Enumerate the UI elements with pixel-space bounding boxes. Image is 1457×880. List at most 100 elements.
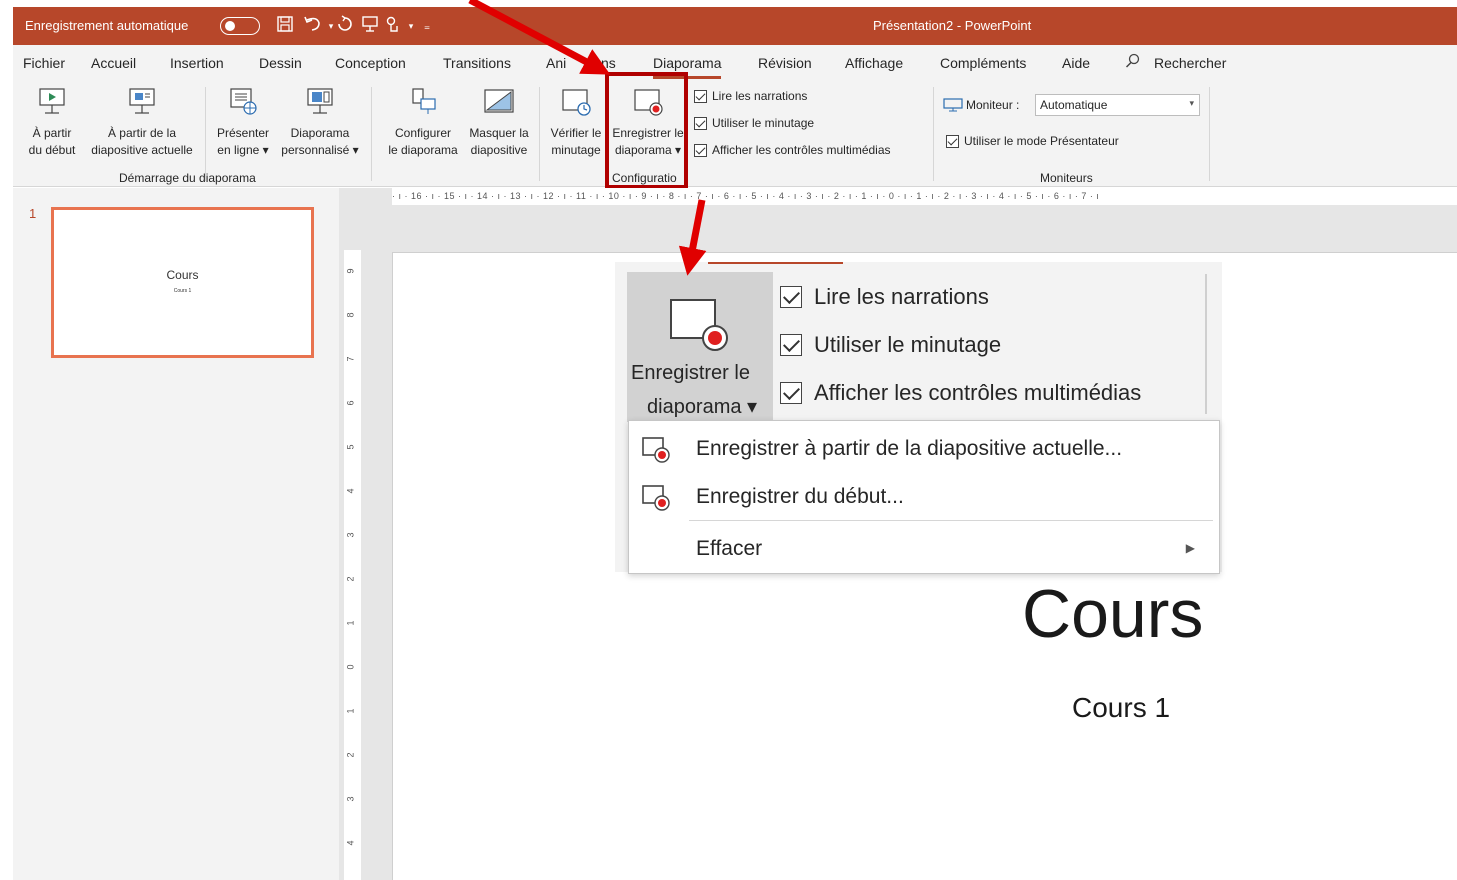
from-current-button[interactable]: À partir de la diapositive actuelle — [85, 81, 199, 169]
vertical-ruler: 9 8 7 6 5 4 3 2 1 0 1 2 3 4 — [344, 250, 361, 880]
present-online-line1: Présenter — [216, 126, 270, 140]
checkbox-box[interactable] — [780, 286, 802, 308]
zoom-checkbox-narrations[interactable]: Lire les narrations — [780, 284, 989, 310]
checkbox-box[interactable] — [946, 134, 959, 148]
checkbox-box[interactable] — [780, 382, 802, 404]
checkbox-box[interactable] — [694, 116, 707, 130]
tab-animations-end[interactable]: ns — [601, 55, 616, 71]
menu-record-from-start[interactable]: Enregistrer du début... — [629, 473, 1219, 519]
tab-accueil[interactable]: Accueil — [91, 55, 136, 71]
tab-affichage[interactable]: Affichage — [845, 55, 903, 71]
ruler-number: 0 — [345, 664, 356, 670]
slide-subtitle[interactable]: Cours 1 — [1072, 692, 1170, 724]
present-online-button[interactable]: Présenter en ligne ▾ — [211, 81, 275, 169]
autosave-toggle[interactable] — [220, 17, 260, 35]
zoom-tab-underline — [708, 262, 843, 264]
custom-show-line2: personnalisé ▾ — [281, 143, 359, 157]
checkbox-timings[interactable]: Utiliser le minutage — [694, 116, 814, 130]
menu-record-from-current[interactable]: Enregistrer à partir de la diapositive a… — [629, 425, 1219, 471]
ruler-number: 6 — [345, 400, 356, 406]
tab-transitions[interactable]: Transitions — [443, 55, 511, 71]
hide-slide-line2: diapositive — [470, 143, 528, 157]
checkbox-box[interactable] — [694, 89, 707, 103]
present-icon[interactable] — [360, 15, 380, 37]
zoom-record-button[interactable]: Enregistrer le diaporama ▾ — [627, 272, 773, 422]
rehearse-timings-icon — [562, 89, 591, 116]
tab-diaporama[interactable]: Diaporama — [653, 55, 722, 79]
checkbox-narrations-label: Lire les narrations — [712, 89, 808, 103]
menu-item-label: Enregistrer à partir de la diapositive a… — [696, 437, 1123, 460]
undo-icon[interactable] — [303, 15, 323, 37]
checkbox-presenter-view[interactable]: Utiliser le mode Présentateur — [946, 134, 1119, 148]
submenu-arrow-icon: ▶ — [1185, 541, 1195, 555]
tab-dessin[interactable]: Dessin — [259, 55, 302, 71]
monitor-select[interactable]: Automatique ▾ — [1035, 94, 1200, 116]
search-icon[interactable] — [1125, 53, 1141, 69]
tab-insertion[interactable]: Insertion — [170, 55, 224, 71]
redo-icon[interactable] — [335, 15, 355, 37]
tab-revision[interactable]: Révision — [758, 55, 812, 71]
menu-item-label: Effacer — [696, 537, 763, 560]
ruler-number: 3 — [345, 532, 356, 538]
rehearse-timings-button[interactable]: Vérifier le minutage — [543, 81, 609, 169]
setup-show-line1: Configurer — [394, 126, 452, 140]
tab-fichier[interactable]: Fichier — [23, 55, 65, 71]
hide-slide-icon — [484, 89, 514, 113]
zoom-separator — [1205, 274, 1207, 414]
monitor-label: Moniteur : — [966, 98, 1020, 112]
ruler-number: 9 — [345, 268, 356, 274]
thumb-title: Cours — [166, 268, 199, 282]
hide-slide-button[interactable]: Masquer la diapositive — [463, 81, 535, 169]
zoom-record-line2: diaporama ▾ — [647, 396, 758, 418]
record-highlight-frame — [605, 72, 688, 189]
ribbon-separator — [539, 87, 540, 181]
tab-aide[interactable]: Aide — [1062, 55, 1090, 71]
save-icon[interactable] — [275, 15, 295, 37]
ruler-number: 1 — [345, 620, 356, 626]
thumb-subtitle: Cours 1 — [173, 288, 192, 294]
ribbon-separator — [371, 87, 372, 181]
tab-animations-start[interactable]: Ani — [546, 55, 566, 71]
zoom-timings-label: Utiliser le minutage — [814, 332, 1002, 357]
monitor-select-value: Automatique — [1040, 98, 1108, 112]
monitor-icon — [943, 98, 963, 112]
checkbox-media-controls[interactable]: Afficher les contrôles multimédias — [694, 143, 891, 157]
tab-conception[interactable]: Conception — [335, 55, 406, 71]
setup-show-icon — [412, 88, 436, 114]
setup-show-button[interactable]: Configurer le diaporama — [383, 81, 463, 169]
document-title: Présentation2 - PowerPoint — [873, 18, 1032, 33]
custom-show-line1: Diaporama — [290, 126, 350, 140]
customize-qat-icon[interactable]: ₌ — [417, 15, 437, 37]
group-label-start: Démarrage du diaporama — [119, 171, 256, 185]
slide-title[interactable]: Cours — [1022, 575, 1203, 653]
slide-number: 1 — [29, 206, 37, 221]
tab-rechercher[interactable]: Rechercher — [1154, 55, 1226, 71]
play-from-current-icon — [129, 88, 155, 114]
checkbox-narrations[interactable]: Lire les narrations — [694, 89, 807, 103]
checkbox-box[interactable] — [694, 143, 707, 157]
present-online-line2: en ligne ▾ — [217, 143, 269, 157]
custom-show-icon — [307, 88, 333, 114]
menu-item-label: Enregistrer du début... — [696, 485, 904, 508]
slide-thumbnail[interactable]: Cours Cours 1 — [51, 207, 314, 358]
ruler-number: 8 — [345, 312, 356, 318]
ribbon-tabs: Fichier Accueil Insertion Dessin Concept… — [13, 45, 1457, 81]
zoom-record-line1: Enregistrer le — [631, 362, 750, 384]
zoom-record-icon — [670, 299, 728, 351]
menu-clear[interactable]: Effacer ▶ — [629, 525, 1219, 571]
checkbox-media-label: Afficher les contrôles multimédias — [712, 143, 891, 157]
ribbon-separator — [205, 87, 206, 181]
zoom-checkbox-media[interactable]: Afficher les contrôles multimédias — [780, 380, 1141, 406]
from-current-line1: À partir de la — [107, 126, 177, 140]
zoom-media-label: Afficher les contrôles multimédias — [814, 380, 1142, 405]
autosave-label: Enregistrement automatique — [25, 18, 189, 33]
tab-complements[interactable]: Compléments — [940, 55, 1026, 71]
from-current-line2: diapositive actuelle — [91, 143, 193, 157]
from-start-button[interactable]: À partir du début — [19, 81, 85, 169]
ribbon: À partir du début À partir de la diapositi… — [13, 81, 1457, 187]
checkbox-box[interactable] — [780, 334, 802, 356]
touch-mode-icon[interactable] — [383, 15, 403, 37]
zoom-checkbox-timings[interactable]: Utiliser le minutage — [780, 332, 1001, 358]
ruler-number: 3 — [345, 796, 356, 802]
custom-show-button[interactable]: Diaporama personnalisé ▾ — [275, 81, 365, 169]
